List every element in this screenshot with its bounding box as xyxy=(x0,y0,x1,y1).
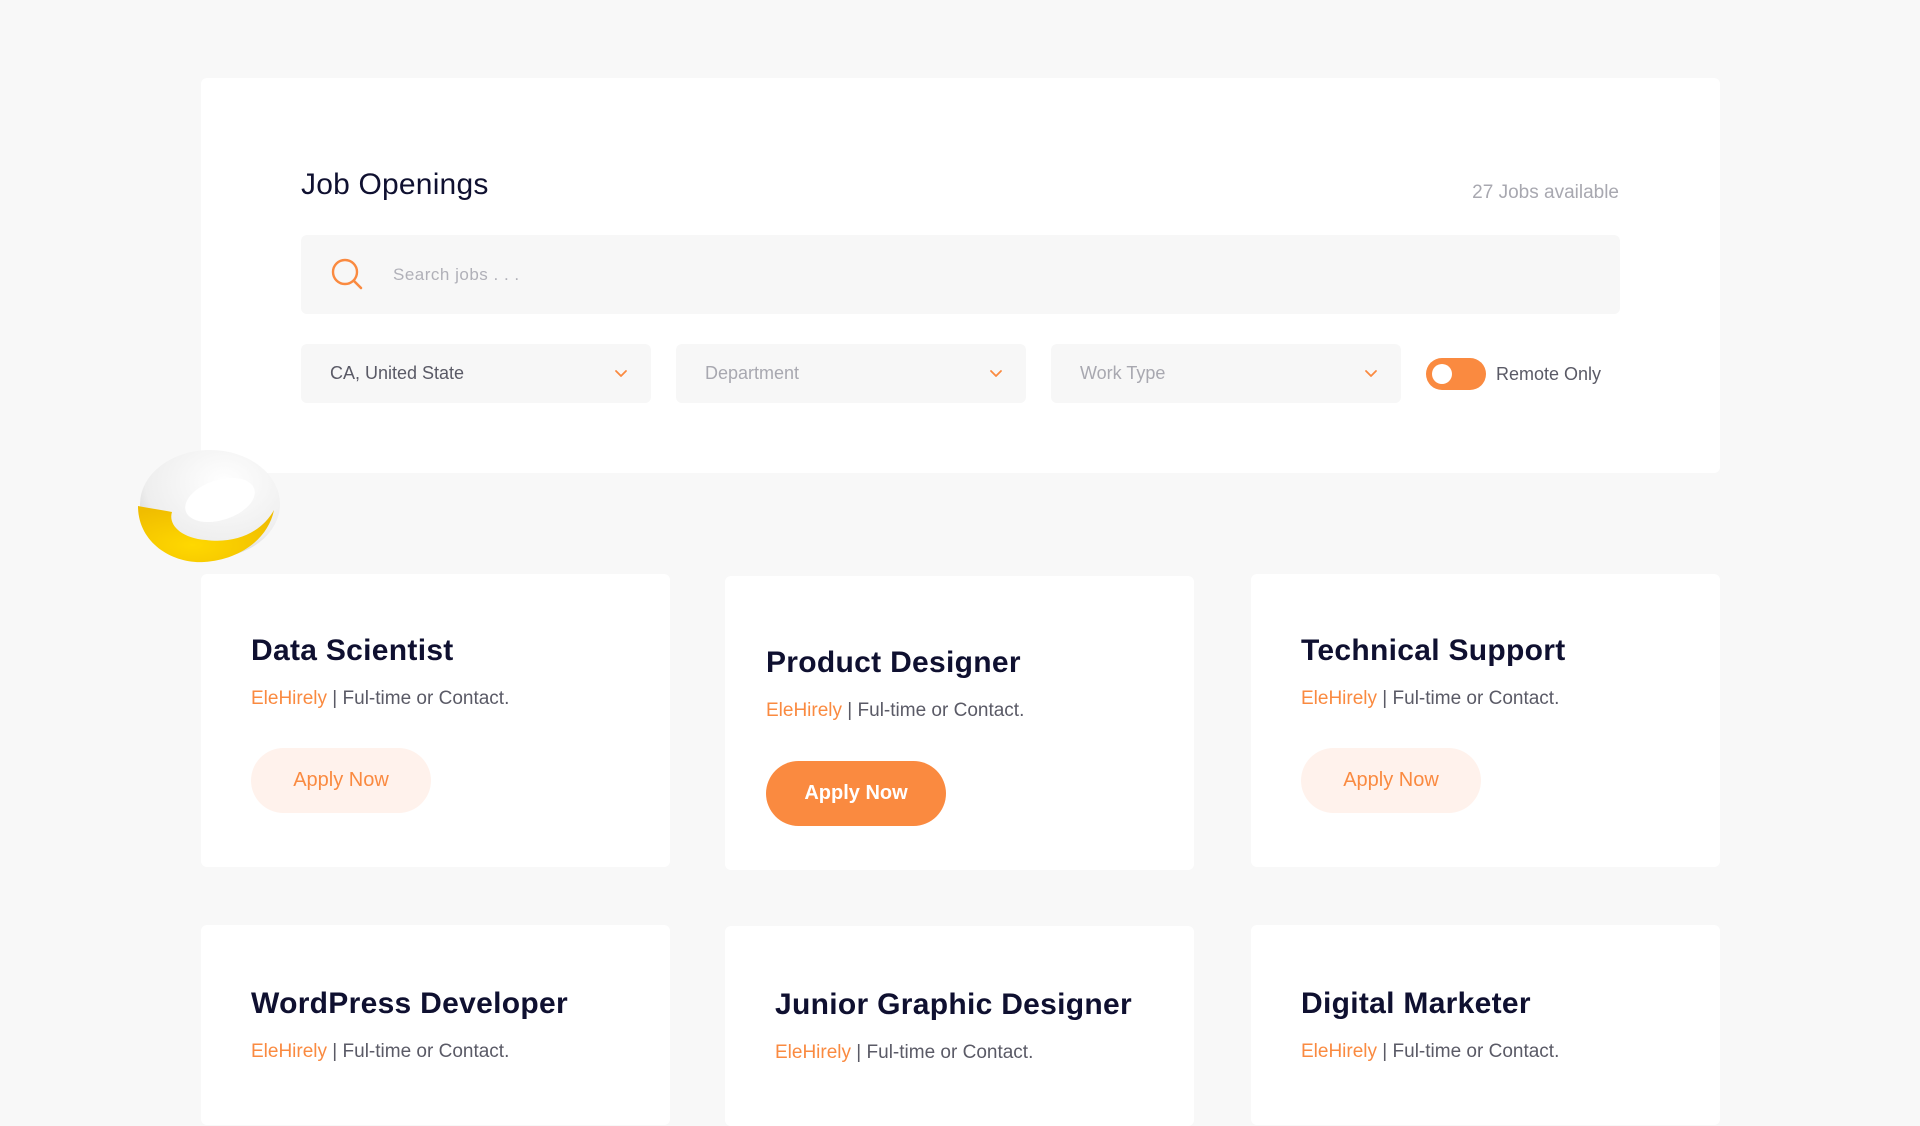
meta-separator: | xyxy=(327,1041,343,1062)
job-type: Ful-time or Contact. xyxy=(866,1042,1034,1063)
meta-separator: | xyxy=(327,688,343,709)
job-meta: EleHirely | Ful-time or Contact. xyxy=(251,1041,509,1063)
search-icon[interactable] xyxy=(330,257,364,291)
job-title: Technical Support xyxy=(1301,634,1566,667)
company-link[interactable]: EleHirely xyxy=(251,688,327,709)
department-select[interactable]: Department xyxy=(676,344,1026,403)
job-meta: EleHirely | Ful-time or Contact. xyxy=(251,688,509,710)
job-type: Ful-time or Contact. xyxy=(342,688,510,709)
chevron-down-icon xyxy=(990,370,1002,377)
location-select[interactable]: CA, United State xyxy=(301,344,651,403)
page-title: Job Openings xyxy=(301,168,489,201)
job-type: Ful-time or Contact. xyxy=(857,700,1025,721)
chevron-down-icon xyxy=(1365,370,1377,377)
department-select-placeholder: Department xyxy=(705,363,800,383)
search-input[interactable] xyxy=(391,257,1575,293)
work-type-select-placeholder: Work Type xyxy=(1080,363,1166,383)
company-link[interactable]: EleHirely xyxy=(251,1041,327,1062)
job-card: Digital Marketer EleHirely | Ful-time or… xyxy=(1251,925,1720,1125)
meta-separator: | xyxy=(1377,1041,1393,1062)
company-link[interactable]: EleHirely xyxy=(766,700,842,721)
job-title: Digital Marketer xyxy=(1301,987,1531,1020)
job-meta: EleHirely | Ful-time or Contact. xyxy=(775,1042,1033,1064)
work-type-select[interactable]: Work Type xyxy=(1051,344,1401,403)
job-filter-panel: Job Openings 27 Jobs available CA, Unite… xyxy=(201,78,1720,473)
apply-now-button[interactable]: Apply Now xyxy=(766,761,946,826)
job-type: Ful-time or Contact. xyxy=(1392,688,1560,709)
job-meta: EleHirely | Ful-time or Contact. xyxy=(766,700,1024,722)
search-bar xyxy=(301,235,1620,314)
meta-separator: | xyxy=(851,1042,867,1063)
meta-separator: | xyxy=(842,700,858,721)
remote-only-label: Remote Only xyxy=(1496,363,1602,384)
chevron-down-icon xyxy=(615,370,627,377)
company-link[interactable]: EleHirely xyxy=(1301,1041,1377,1062)
company-link[interactable]: EleHirely xyxy=(1301,688,1377,709)
job-card: Technical Support EleHirely | Ful-time o… xyxy=(1251,574,1720,867)
apply-now-button[interactable]: Apply Now xyxy=(1301,748,1481,813)
meta-separator: | xyxy=(1377,688,1393,709)
job-title: Product Designer xyxy=(766,646,1021,679)
job-meta: EleHirely | Ful-time or Contact. xyxy=(1301,1041,1559,1063)
remote-only-toggle[interactable] xyxy=(1426,358,1486,390)
job-card: WordPress Developer EleHirely | Ful-time… xyxy=(201,925,670,1125)
toggle-knob xyxy=(1432,364,1452,384)
job-card: Junior Graphic Designer EleHirely | Ful-… xyxy=(725,926,1194,1126)
location-select-value: CA, United State xyxy=(330,363,465,383)
job-card: Product Designer EleHirely | Ful-time or… xyxy=(725,576,1194,870)
job-title: Data Scientist xyxy=(251,634,454,667)
remote-only-toggle-group: Remote Only xyxy=(1426,358,1601,390)
decorative-ring-shape xyxy=(138,450,280,563)
job-type: Ful-time or Contact. xyxy=(1392,1041,1560,1062)
apply-now-button[interactable]: Apply Now xyxy=(251,748,431,813)
job-card: Data Scientist EleHirely | Ful-time or C… xyxy=(201,574,670,867)
jobs-count: 27 Jobs available xyxy=(1472,182,1619,203)
job-title: WordPress Developer xyxy=(251,987,568,1020)
job-title: Junior Graphic Designer xyxy=(775,988,1132,1021)
company-link[interactable]: EleHirely xyxy=(775,1042,851,1063)
job-type: Ful-time or Contact. xyxy=(342,1041,510,1062)
job-meta: EleHirely | Ful-time or Contact. xyxy=(1301,688,1559,710)
